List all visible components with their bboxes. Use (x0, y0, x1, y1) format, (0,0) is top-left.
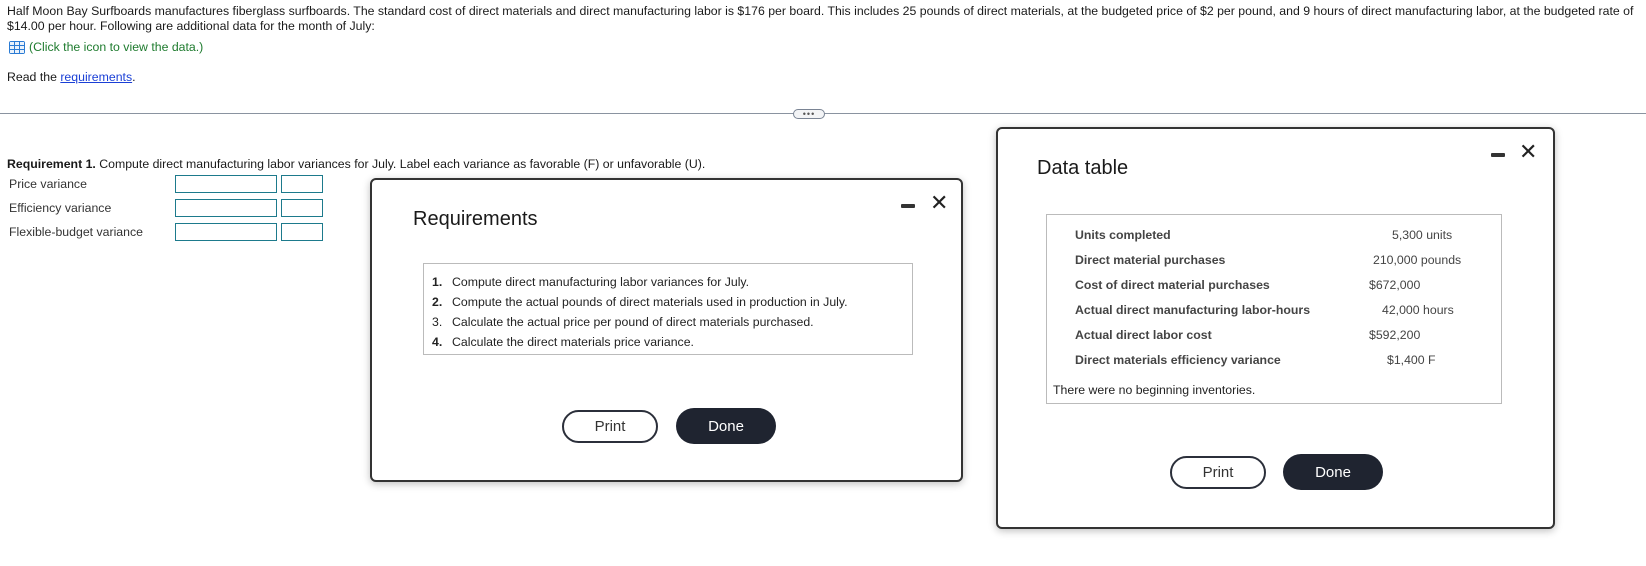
read-suffix: . (132, 70, 136, 84)
table-grid-icon[interactable] (9, 40, 25, 54)
requirement-item: 2. Compute the actual pounds of direct ma… (432, 292, 912, 312)
data-row-label: Actual direct manufacturing labor-hours (1075, 303, 1311, 317)
print-button[interactable]: Print (562, 410, 658, 443)
requirement-number: 3. (432, 315, 443, 329)
minimize-icon[interactable] (1491, 153, 1505, 157)
data-row-label: Direct materials efficiency variance (1075, 353, 1281, 367)
requirements-link[interactable]: requirements (60, 70, 132, 84)
data-table-modal-title: Data table (1037, 157, 1129, 179)
close-icon[interactable]: ✕ (1519, 141, 1537, 163)
print-button[interactable]: Print (1170, 456, 1266, 489)
minimize-icon[interactable] (901, 204, 915, 208)
price-variance-amount-input[interactable] (175, 175, 277, 193)
requirement-1-label: Requirement 1. (7, 157, 96, 171)
requirement-item: 4. Calculate the direct materials price v… (432, 332, 912, 352)
data-table-note: There were no beginning inventories. (1053, 383, 1256, 397)
efficiency-variance-row: Efficiency variance (9, 199, 323, 217)
efficiency-variance-fu-input[interactable] (281, 199, 323, 217)
requirement-item: 3. Calculate the actual price per pound o… (432, 312, 912, 332)
price-variance-row: Price variance (9, 175, 323, 193)
requirement-number: 2. (432, 295, 443, 309)
requirements-list-box: 1. Compute direct manufacturing labor var… (423, 263, 913, 355)
data-row-label: Actual direct labor cost (1075, 328, 1212, 342)
read-requirements: Read the requirements. (7, 70, 136, 84)
requirement-text: Calculate the actual price per pound of … (452, 315, 814, 329)
flexible-budget-variance-row: Flexible-budget variance (9, 223, 323, 241)
requirement-text: Compute the actual pounds of direct mate… (452, 295, 848, 309)
expand-toggle-button[interactable]: ••• (793, 109, 825, 119)
requirements-modal-title: Requirements (413, 208, 538, 230)
requirement-1-text: Compute direct manufacturing labor varia… (95, 157, 706, 171)
flexible-budget-variance-label: Flexible-budget variance (9, 225, 143, 239)
data-row-value: 210,000 pounds (1373, 253, 1462, 267)
flexible-budget-variance-fu-input[interactable] (281, 223, 323, 241)
data-row-value: $672,000 (1369, 278, 1421, 292)
requirement-text: Calculate the direct materials price var… (452, 335, 694, 349)
data-row-value: 42,000 hours (1382, 303, 1454, 317)
close-icon[interactable]: ✕ (930, 192, 948, 214)
requirements-modal: Requirements ✕ 1. Compute direct manufact… (370, 178, 963, 482)
requirements-list: 1. Compute direct manufacturing labor var… (432, 272, 912, 352)
data-row-value: $1,400 F (1387, 353, 1436, 367)
price-variance-label: Price variance (9, 177, 87, 191)
requirement-number: 4. (432, 335, 443, 349)
flexible-budget-variance-amount-input[interactable] (175, 223, 277, 241)
data-row-label: Cost of direct material purchases (1075, 278, 1270, 292)
data-row-value: $592,200 (1369, 328, 1421, 342)
problem-intro: Half Moon Bay Surfboards manufactures fi… (7, 4, 1634, 33)
data-table-modal: Data table ✕ Units completed 5,300 units… (996, 127, 1555, 529)
efficiency-variance-amount-input[interactable] (175, 199, 277, 217)
read-prefix: Read the (7, 70, 61, 84)
requirement-text: Compute direct manufacturing labor varia… (452, 275, 750, 289)
efficiency-variance-label: Efficiency variance (9, 201, 112, 215)
price-variance-fu-input[interactable] (281, 175, 323, 193)
done-button[interactable]: Done (1283, 454, 1383, 490)
data-row-label: Direct material purchases (1075, 253, 1226, 267)
view-data-text[interactable]: (Click the icon to view the data.) (29, 40, 203, 54)
data-row-label: Units completed (1075, 228, 1171, 242)
requirement-number: 1. (432, 275, 443, 289)
view-data-link[interactable]: (Click the icon to view the data.) (9, 40, 203, 54)
data-table: Units completed 5,300 units Direct mater… (1046, 214, 1502, 404)
done-button[interactable]: Done (676, 408, 776, 444)
data-row-value: 5,300 units (1392, 228, 1453, 242)
requirement-1-prompt: Requirement 1. Compute direct manufactur… (7, 157, 705, 171)
requirement-item: 1. Compute direct manufacturing labor var… (432, 272, 912, 292)
